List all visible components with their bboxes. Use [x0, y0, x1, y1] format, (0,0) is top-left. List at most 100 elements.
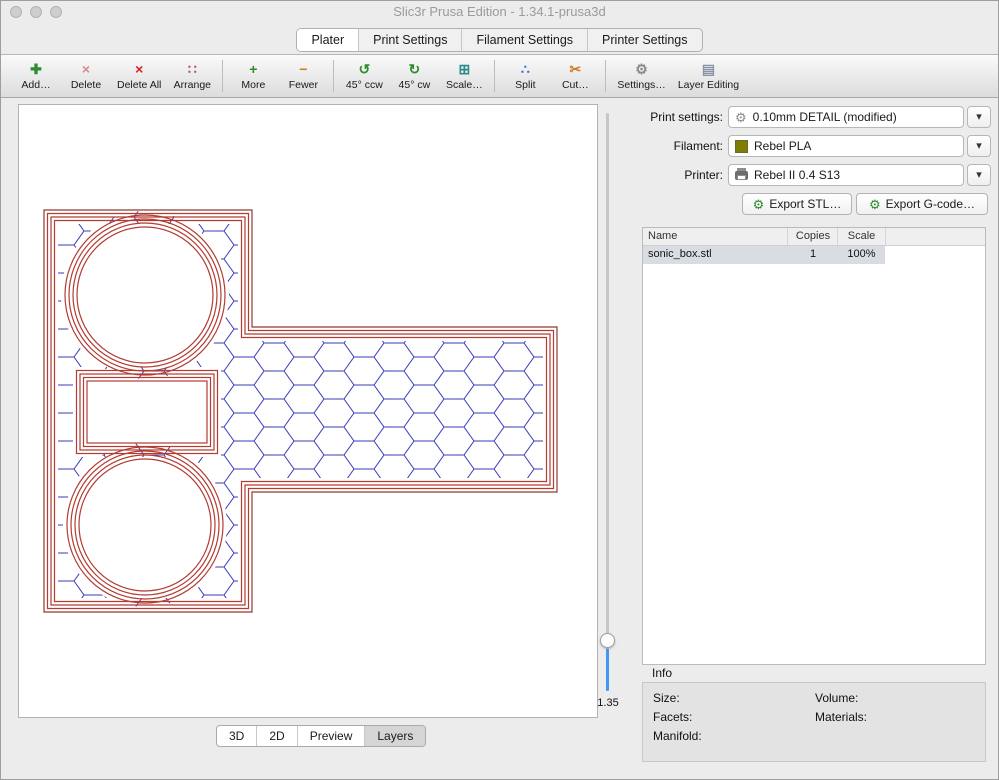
- view-tab-preview[interactable]: Preview: [297, 726, 365, 746]
- split-label: Split: [515, 79, 535, 91]
- delete-icon: ×: [82, 61, 90, 78]
- size-label: Size:: [653, 691, 680, 705]
- window-title: Slic3r Prusa Edition - 1.34.1-prusa3d: [1, 1, 998, 23]
- export-stl-icon: ⚙: [753, 198, 765, 211]
- printer-dropdown-button[interactable]: ▾: [967, 164, 991, 186]
- cell-scale: 100%: [838, 248, 885, 260]
- fewer-label: Fewer: [289, 79, 318, 91]
- more-button[interactable]: + More: [228, 56, 278, 96]
- object-table-header: Name Copies Scale: [643, 228, 985, 246]
- export-stl-label: Export STL…: [769, 197, 841, 211]
- layer-slider-handle[interactable]: [600, 633, 615, 648]
- info-box: Size: Volume: Facets: Materials: Manifol…: [642, 682, 986, 762]
- tab-plater[interactable]: Plater: [297, 29, 358, 51]
- delete-all-label: Delete All: [117, 79, 161, 91]
- arrange-icon: ∷: [188, 61, 197, 78]
- column-divider: [787, 228, 788, 245]
- export-gcode-label: Export G-code…: [886, 197, 975, 211]
- cut-icon: ✂: [569, 61, 581, 78]
- printer-select[interactable]: Rebel II 0.4 S13: [728, 164, 964, 186]
- materials-label: Materials:: [815, 710, 867, 724]
- traffic-lights: [10, 6, 62, 18]
- scale-label: Scale…: [446, 79, 483, 91]
- cell-name: sonic_box.stl: [648, 248, 712, 260]
- export-gcode-icon: ⚙: [869, 198, 881, 211]
- more-label: More: [241, 79, 265, 91]
- layer-slider-fill: [606, 649, 609, 691]
- export-gcode-button[interactable]: ⚙ Export G-code…: [856, 193, 988, 215]
- tab-print-settings[interactable]: Print Settings: [358, 29, 461, 51]
- rotate-ccw-label: 45° ccw: [346, 79, 383, 91]
- print-settings-label: Print settings:: [631, 110, 723, 124]
- delete-label: Delete: [71, 79, 101, 91]
- column-divider: [885, 228, 886, 245]
- printer-label: Printer:: [631, 168, 723, 182]
- scale-icon: ⊞: [458, 61, 470, 78]
- rotate-cw-button[interactable]: ↻ 45° cw: [389, 56, 439, 96]
- facets-label: Facets:: [653, 710, 692, 724]
- filament-swatch: [735, 140, 748, 153]
- view-tab-3d[interactable]: 3D: [217, 726, 256, 746]
- close-window-button[interactable]: [10, 6, 22, 18]
- column-header-name[interactable]: Name: [648, 230, 677, 242]
- toolbar-separator: [333, 60, 334, 92]
- scale-button[interactable]: ⊞ Scale…: [439, 56, 489, 96]
- layer-editing-button[interactable]: ▤ Layer Editing: [672, 56, 745, 96]
- settings-label: Settings…: [617, 79, 665, 91]
- rotate-ccw-icon: ↺: [358, 61, 370, 78]
- rotate-cw-icon: ↻: [408, 61, 420, 78]
- table-row[interactable]: sonic_box.stl 1 100%: [643, 246, 985, 264]
- print-settings-dropdown-button[interactable]: ▾: [967, 106, 991, 128]
- cut-button[interactable]: ✂ Cut…: [550, 56, 600, 96]
- titlebar[interactable]: Slic3r Prusa Edition - 1.34.1-prusa3d: [1, 1, 998, 23]
- filament-label: Filament:: [631, 139, 723, 153]
- zoom-window-button[interactable]: [50, 6, 62, 18]
- delete-all-icon: ×: [135, 61, 143, 78]
- filament-dropdown-button[interactable]: ▾: [967, 135, 991, 157]
- split-icon: ∴: [521, 61, 530, 78]
- minimize-window-button[interactable]: [30, 6, 42, 18]
- main-tab-bar: Plater Print Settings Filament Settings …: [1, 28, 998, 52]
- arrange-button[interactable]: ∷ Arrange: [167, 56, 217, 96]
- add-button[interactable]: ✚ Add…: [11, 56, 61, 96]
- fewer-button[interactable]: − Fewer: [278, 56, 328, 96]
- rotate-ccw-button[interactable]: ↺ 45° ccw: [339, 56, 389, 96]
- cut-label: Cut…: [562, 79, 589, 91]
- cell-copies: 1: [788, 248, 838, 260]
- split-button[interactable]: ∴ Split: [500, 56, 550, 96]
- volume-label: Volume:: [815, 691, 858, 705]
- view-tab-layers[interactable]: Layers: [364, 726, 425, 746]
- arrange-label: Arrange: [174, 79, 211, 91]
- tab-filament-settings[interactable]: Filament Settings: [461, 29, 587, 51]
- object-table[interactable]: Name Copies Scale sonic_box.stl 1 100%: [642, 227, 986, 665]
- plate-canvas[interactable]: [18, 104, 598, 718]
- fewer-icon: −: [299, 61, 307, 78]
- delete-button[interactable]: × Delete: [61, 56, 111, 96]
- view-tab-bar: 3D 2D Preview Layers: [216, 725, 426, 747]
- settings-button[interactable]: ⚙ Settings…: [611, 56, 671, 96]
- column-header-scale[interactable]: Scale: [838, 230, 885, 242]
- rotate-cw-label: 45° cw: [399, 79, 431, 91]
- slic3r-window: Slic3r Prusa Edition - 1.34.1-prusa3d Pl…: [0, 0, 999, 780]
- view-tab-2d[interactable]: 2D: [256, 726, 296, 746]
- delete-all-button[interactable]: × Delete All: [111, 56, 167, 96]
- info-title: Info: [652, 666, 672, 680]
- filament-value: Rebel PLA: [754, 139, 811, 153]
- layer-editing-label: Layer Editing: [678, 79, 739, 91]
- layer-preview-drawing: [19, 105, 597, 717]
- settings-icon: ⚙: [635, 61, 648, 78]
- print-settings-value: 0.10mm DETAIL (modified): [753, 110, 897, 124]
- export-stl-button[interactable]: ⚙ Export STL…: [742, 193, 852, 215]
- column-divider: [837, 228, 838, 245]
- manifold-label: Manifold:: [653, 729, 702, 743]
- printer-icon: [735, 171, 748, 180]
- column-header-copies[interactable]: Copies: [788, 230, 838, 242]
- gear-icon: ⚙: [735, 111, 747, 124]
- toolbar-separator: [222, 60, 223, 92]
- layer-slider-track[interactable]: [606, 113, 609, 691]
- print-settings-select[interactable]: ⚙ 0.10mm DETAIL (modified): [728, 106, 964, 128]
- filament-select[interactable]: Rebel PLA: [728, 135, 964, 157]
- tab-printer-settings[interactable]: Printer Settings: [587, 29, 701, 51]
- printer-value: Rebel II 0.4 S13: [754, 168, 840, 182]
- add-label: Add…: [21, 79, 50, 91]
